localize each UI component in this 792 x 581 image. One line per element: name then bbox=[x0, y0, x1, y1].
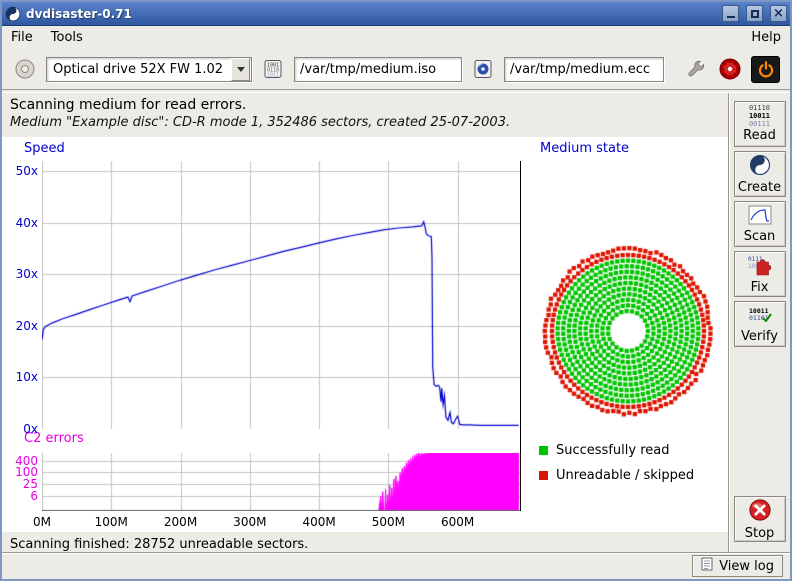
x-axis-tick: 0M bbox=[33, 515, 51, 529]
quit-power-button[interactable] bbox=[751, 56, 780, 83]
close-icon: × bbox=[773, 7, 784, 20]
read-label: Read bbox=[743, 129, 776, 143]
drive-selector[interactable]: Optical drive 52X FW 1.02 bbox=[46, 57, 252, 82]
x-axis-tick: 400M bbox=[302, 515, 335, 529]
stop-label: Stop bbox=[745, 527, 775, 541]
preferences-wrench-icon[interactable] bbox=[683, 56, 709, 82]
verify-label: Verify bbox=[741, 330, 778, 344]
stop-button[interactable]: Stop bbox=[734, 496, 786, 542]
view-log-button[interactable]: View log bbox=[692, 555, 783, 577]
maximize-icon bbox=[751, 10, 759, 18]
main-content: Scanning medium for read errors. Medium … bbox=[2, 93, 728, 552]
chart-panel: Speed C2 errors Medium state Successfull… bbox=[2, 137, 728, 532]
legend-unreadable: Unreadable / skipped bbox=[539, 468, 694, 483]
bottom-bar: View log bbox=[2, 552, 790, 579]
status-message: Scanning medium for read errors. bbox=[10, 97, 720, 113]
read-button[interactable]: 01110 10011 00111 Read bbox=[734, 101, 786, 147]
create-button[interactable]: Create bbox=[734, 151, 786, 197]
scan-chart-icon bbox=[748, 205, 772, 229]
view-log-label: View log bbox=[719, 559, 774, 574]
minimize-button[interactable] bbox=[722, 5, 739, 22]
drive-selector-value: Optical drive 52X FW 1.02 bbox=[47, 62, 231, 77]
app-icon bbox=[5, 6, 21, 22]
legend-green-swatch bbox=[539, 446, 548, 455]
medium-state-title: Medium state bbox=[540, 141, 629, 156]
stop-x-icon bbox=[748, 498, 772, 526]
c2-errors-chart bbox=[42, 453, 520, 511]
medium-info: Medium "Example disc": CD-R mode 1, 3524… bbox=[10, 115, 720, 130]
speed-ytick: 0x bbox=[6, 422, 38, 436]
speed-ytick: 50x bbox=[6, 164, 38, 178]
verify-binary-icon: 10011 01101 bbox=[747, 305, 773, 329]
ecc-file-input[interactable] bbox=[504, 57, 664, 82]
x-axis-tick: 300M bbox=[233, 515, 266, 529]
legend-bad-label: Unreadable / skipped bbox=[556, 468, 694, 483]
x-axis-tick: 500M bbox=[372, 515, 405, 529]
legend-red-swatch bbox=[539, 471, 548, 480]
ecc-file-icon[interactable] bbox=[470, 56, 496, 82]
chart-right-axis bbox=[520, 161, 521, 511]
medium-state-disc bbox=[538, 241, 718, 421]
speed-ytick: 20x bbox=[6, 319, 38, 333]
maximize-button[interactable] bbox=[746, 5, 763, 22]
scan-label: Scan bbox=[744, 230, 776, 244]
create-label: Create bbox=[738, 181, 781, 195]
toolbar: Optical drive 52X FW 1.02 1001 0110 1011 bbox=[2, 49, 790, 89]
x-axis-tick: 100M bbox=[95, 515, 128, 529]
image-file-input[interactable] bbox=[294, 57, 462, 82]
minimize-icon bbox=[727, 16, 735, 18]
chevron-down-icon[interactable] bbox=[231, 58, 250, 81]
dvdisaster-logo-icon[interactable] bbox=[717, 56, 743, 82]
image-file-icon[interactable]: 1001 0110 1011 bbox=[260, 56, 286, 82]
scan-result-status: Scanning finished: 28752 unreadable sect… bbox=[10, 537, 308, 552]
action-sidebar: 01110 10011 00111 Read Create bbox=[728, 93, 790, 552]
puzzle-piece-icon: 0111 1001 bbox=[747, 254, 773, 280]
speed-chart bbox=[42, 161, 520, 429]
fix-button[interactable]: 0111 1001 Fix bbox=[734, 251, 786, 297]
speed-chart-title: Speed bbox=[24, 141, 65, 156]
main-area: Scanning medium for read errors. Medium … bbox=[2, 93, 790, 552]
legend-successfully-read: Successfully read bbox=[539, 443, 669, 458]
verify-button[interactable]: 10011 01101 Verify bbox=[734, 301, 786, 347]
app-window: dvdisaster-0.71 × File Tools Help Optica… bbox=[0, 0, 792, 581]
binary-line: 00111 bbox=[749, 121, 770, 129]
menu-help[interactable]: Help bbox=[751, 30, 781, 45]
yin-yang-icon bbox=[749, 154, 771, 180]
svg-text:1011: 1011 bbox=[267, 73, 279, 79]
x-axis-tick: 600M bbox=[441, 515, 474, 529]
legend-ok-label: Successfully read bbox=[556, 443, 669, 458]
status-lines: Scanning medium for read errors. Medium … bbox=[2, 93, 728, 130]
x-axis-tick: 200M bbox=[164, 515, 197, 529]
close-button[interactable]: × bbox=[770, 5, 787, 22]
read-binary-icon: 01110 10011 00111 bbox=[749, 105, 770, 128]
drive-icon[interactable] bbox=[12, 56, 38, 82]
menu-tools[interactable]: Tools bbox=[51, 30, 83, 45]
menubar: File Tools Help bbox=[2, 26, 790, 49]
window-title: dvdisaster-0.71 bbox=[26, 7, 715, 21]
speed-ytick: 10x bbox=[6, 370, 38, 384]
menu-file[interactable]: File bbox=[11, 30, 33, 45]
log-icon bbox=[701, 557, 713, 575]
scan-button[interactable]: Scan bbox=[734, 201, 786, 247]
c2-ytick: 400 bbox=[6, 454, 38, 468]
c2-ytick: 6 bbox=[6, 489, 38, 503]
speed-ytick: 30x bbox=[6, 267, 38, 281]
fix-label: Fix bbox=[751, 281, 769, 295]
titlebar: dvdisaster-0.71 × bbox=[2, 2, 790, 26]
speed-ytick: 40x bbox=[6, 216, 38, 230]
